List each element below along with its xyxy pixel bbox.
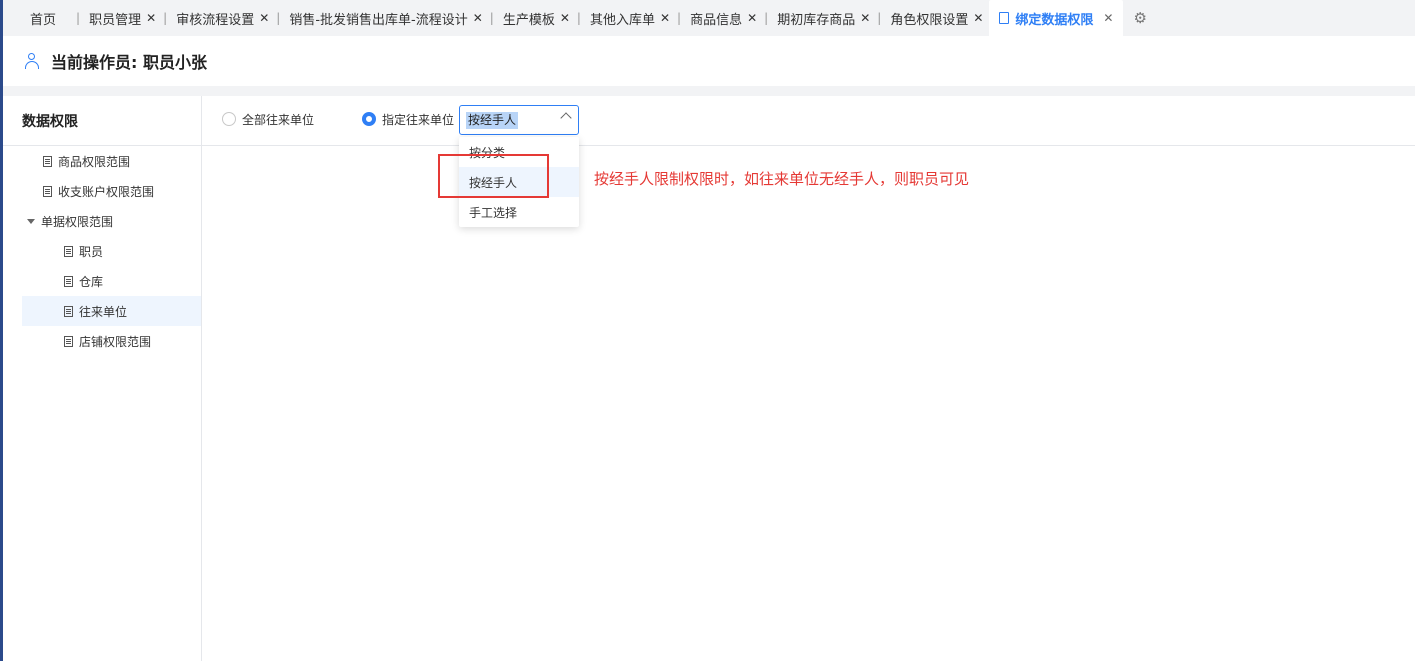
file-icon [64,245,73,257]
tab-label: 销售-批发销售出库单-流程设计 [289,12,468,28]
scope-select[interactable]: 按经手人 [459,105,579,135]
tree-item-store-scope[interactable]: 店铺权限范围 [3,326,201,356]
tab-separator: | [764,11,769,25]
tree-item-warehouse[interactable]: 仓库 [3,266,201,296]
file-icon [64,275,73,287]
file-icon [64,305,73,317]
tree-item-product-scope[interactable]: 商品权限范围 [3,146,201,176]
tree-item-partners[interactable]: 往来单位 [22,296,201,326]
chevron-up-icon[interactable] [560,112,572,124]
tab-separator: | [163,11,168,25]
tree-item-document-scope[interactable]: 单据权限范围 [3,206,201,236]
tab-label: 审核流程设置 [176,12,255,28]
gear-icon[interactable]: ⚙ [1133,9,1146,27]
file-icon [43,155,52,167]
tab-sales-flow-design[interactable]: 销售-批发销售出库单-流程设计 ✕ | [289,0,503,36]
tab-label: 其他入库单 [589,12,655,28]
tab-bind-data-permissions[interactable]: 绑定数据权限 ✕ [989,0,1124,36]
sidebar-title: 数据权限 [3,96,201,146]
operator-header: 当前操作员: 职员小张 [3,36,1415,86]
tree-item-label: 仓库 [79,274,104,289]
tree-item-staff[interactable]: 职员 [3,236,201,266]
file-icon [43,185,52,197]
annotation-text: 按经手人限制权限时，如往来单位无经手人，则职员可见 [594,170,970,188]
tab-label: 首页 [30,12,57,28]
close-icon[interactable]: ✕ [660,11,670,25]
tree-item-label: 店铺权限范围 [79,334,152,349]
close-icon[interactable]: ✕ [860,11,870,25]
tab-other-inbound[interactable]: 其他入库单 ✕ | [590,0,690,36]
close-icon[interactable]: ✕ [973,11,983,25]
section-gap [3,86,1415,96]
tab-home[interactable]: 首页 | [30,0,89,36]
close-icon[interactable]: ✕ [747,11,757,25]
close-icon[interactable]: ✕ [259,11,269,25]
caret-down-icon[interactable] [27,218,35,224]
close-icon[interactable]: ✕ [146,11,156,25]
radio-all-partners-label[interactable]: 全部往来单位 [242,111,314,128]
tab-label: 期初库存商品 [777,12,856,28]
tab-label: 绑定数据权限 [1015,12,1094,28]
tab-label: 角色权限设置 [890,12,969,28]
tree-item-label: 商品权限范围 [58,154,131,169]
tab-separator: | [576,11,581,25]
tab-opening-stock[interactable]: 期初库存商品 ✕ | [777,0,890,36]
tree-item-label: 往来单位 [79,304,128,319]
tab-separator: | [677,11,682,25]
scope-select-value: 按经手人 [466,112,519,129]
tab-label: 生产模板 [502,12,555,28]
tab-separator: | [489,11,494,25]
tab-bar: 首页 | 职员管理 ✕ | 审核流程设置 ✕ | 销售-批发销售出库单-流程设计… [3,0,1415,36]
tab-separator: | [76,11,81,25]
tree-item-label: 收支账户权限范围 [58,184,155,199]
tree-item-label: 单据权限范围 [41,214,114,229]
data-permission-sidebar: 数据权限 商品权限范围 收支账户权限范围 单据权限范围 职员 仓库 往来单位 店… [3,96,202,661]
tab-separator: | [276,11,281,25]
radio-specified-partners[interactable] [362,112,376,126]
tab-label: 商品信息 [690,12,743,28]
operator-title: 当前操作员: 职员小张 [51,53,207,72]
partner-scope-toolbar: 全部往来单位 指定往来单位 按经手人 [202,96,1415,146]
close-icon[interactable]: ✕ [560,11,570,25]
tree-item-account-scope[interactable]: 收支账户权限范围 [3,176,201,206]
tab-staff-management[interactable]: 职员管理 ✕ | [89,0,176,36]
document-icon [999,12,1010,24]
close-icon[interactable]: ✕ [1103,11,1113,25]
radio-specified-partners-label[interactable]: 指定往来单位 [382,111,454,128]
option-manual-select[interactable]: 手工选择 [459,197,579,227]
radio-all-partners[interactable] [222,112,236,126]
highlight-box [438,154,549,198]
tab-separator: | [877,11,882,25]
tab-product-info[interactable]: 商品信息 ✕ | [690,0,777,36]
close-icon[interactable]: ✕ [473,11,483,25]
tab-production-template[interactable]: 生产模板 ✕ | [503,0,590,36]
tree-item-label: 职员 [79,244,104,259]
user-icon [23,52,41,70]
tab-label: 职员管理 [89,12,142,28]
tab-approval-flow[interactable]: 审核流程设置 ✕ | [176,0,289,36]
tab-role-permissions[interactable]: 角色权限设置 ✕ [890,0,989,36]
file-icon [64,335,73,347]
